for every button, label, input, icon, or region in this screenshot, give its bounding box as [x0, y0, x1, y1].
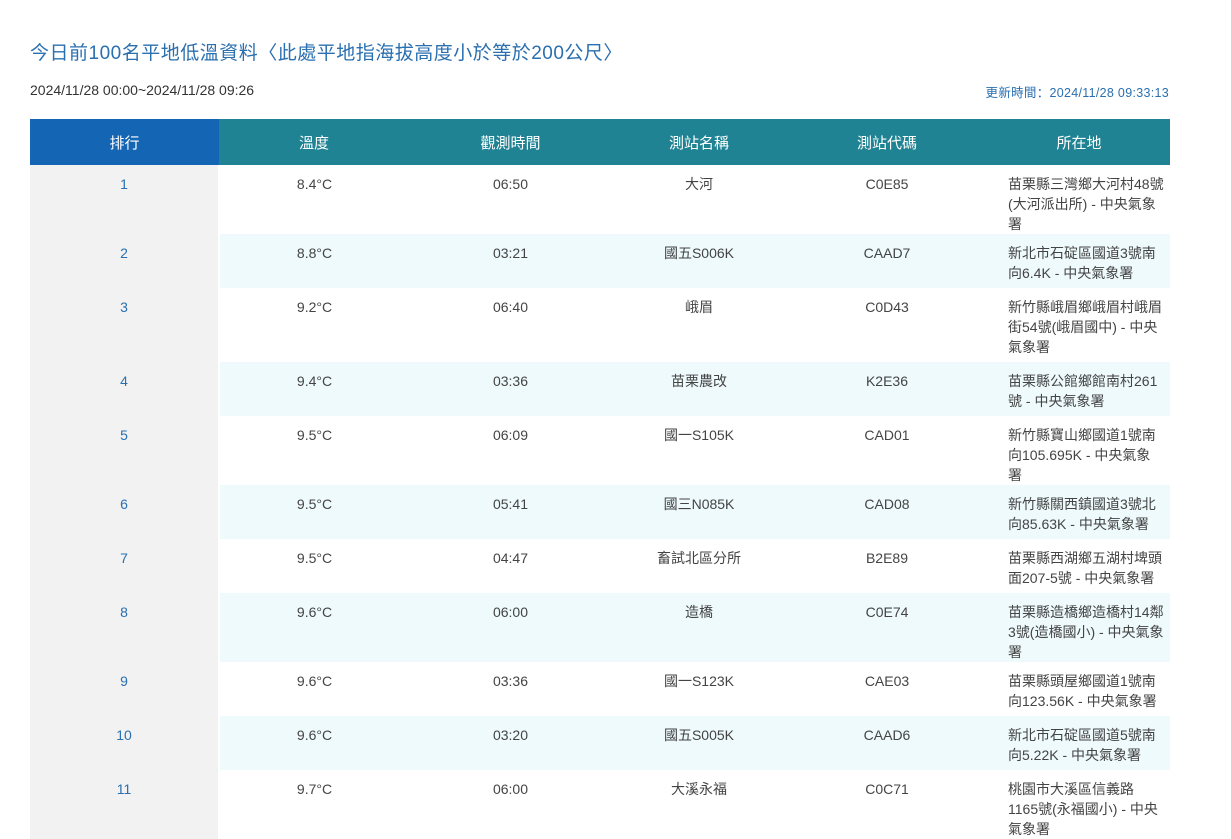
time-cell: 06:09	[409, 416, 612, 485]
station-name-cell[interactable]: 大河	[612, 165, 786, 234]
time-cell: 04:47	[409, 539, 612, 593]
update-time: 更新時間：2024/11/28 09:33:13	[985, 86, 1169, 100]
station-name-cell[interactable]: 國三N085K	[612, 485, 786, 539]
location-cell: 苗栗縣頭屋鄉國道1號南向123.56K - 中央氣象署	[988, 662, 1170, 716]
temperature-cell: 9.2°C	[219, 288, 409, 362]
rank-cell: 9	[30, 662, 220, 716]
station-code-cell: CAAD7	[786, 234, 988, 288]
location-cell: 苗栗縣西湖鄉五湖村埤頭面207-5號 - 中央氣象署	[988, 539, 1170, 593]
station-name-cell[interactable]: 國五S006K	[612, 234, 786, 288]
table-row: 5 9.5°C 06:09 國一S105K CAD01 新竹縣寶山鄉國道1號南向…	[30, 416, 1170, 485]
rank-cell: 2	[30, 234, 220, 288]
time-cell: 03:20	[409, 716, 612, 770]
location-cell: 新竹縣關西鎮國道3號北向85.63K - 中央氣象署	[988, 485, 1170, 539]
rank-cell: 7	[30, 539, 220, 593]
station-code-cell: CAAD6	[786, 716, 988, 770]
time-cell: 06:00	[409, 770, 612, 839]
table-row: 7 9.5°C 04:47 畜試北區分所 B2E89 苗栗縣西湖鄉五湖村埤頭面2…	[30, 539, 1170, 593]
station-code-cell: C0E85	[786, 165, 988, 234]
header-temperature[interactable]: 溫度	[219, 119, 409, 165]
time-cell: 03:21	[409, 234, 612, 288]
location-cell: 苗栗縣三灣鄉大河村48號(大河派出所) - 中央氣象署	[988, 165, 1170, 234]
header-location[interactable]: 所在地	[988, 119, 1170, 165]
temperature-cell: 9.6°C	[219, 662, 409, 716]
rank-cell: 4	[30, 362, 220, 416]
table-row: 6 9.5°C 05:41 國三N085K CAD08 新竹縣關西鎮國道3號北向…	[30, 485, 1170, 539]
station-code-cell: CAD01	[786, 416, 988, 485]
station-code-cell: CAE03	[786, 662, 988, 716]
temperature-cell: 9.6°C	[219, 716, 409, 770]
table-row: 1 8.4°C 06:50 大河 C0E85 苗栗縣三灣鄉大河村48號(大河派出…	[30, 165, 1170, 234]
time-cell: 03:36	[409, 662, 612, 716]
temperature-cell: 9.7°C	[219, 770, 409, 839]
table-row: 10 9.6°C 03:20 國五S005K CAAD6 新北市石碇區國道5號南…	[30, 716, 1170, 770]
page-title: 今日前100名平地低溫資料〈此處平地指海拔高度小於等於200公尺〉	[30, 43, 623, 64]
temperature-cell: 9.5°C	[219, 539, 409, 593]
station-name-cell[interactable]: 苗栗農改	[612, 362, 786, 416]
location-cell: 苗栗縣公館鄉館南村261號 - 中央氣象署	[988, 362, 1170, 416]
station-name-cell[interactable]: 國五S005K	[612, 716, 786, 770]
header-station-name[interactable]: 測站名稱	[612, 119, 786, 165]
temperature-cell: 9.6°C	[219, 593, 409, 662]
temperature-cell: 9.4°C	[219, 362, 409, 416]
table-row: 4 9.4°C 03:36 苗栗農改 K2E36 苗栗縣公館鄉館南村261號 -…	[30, 362, 1170, 416]
rank-cell: 10	[30, 716, 220, 770]
time-cell: 06:50	[409, 165, 612, 234]
time-cell: 03:36	[409, 362, 612, 416]
rank-cell: 5	[30, 416, 220, 485]
station-name-cell[interactable]: 國一S123K	[612, 662, 786, 716]
location-cell: 桃園市大溪區信義路1165號(永福國小) - 中央氣象署	[988, 770, 1170, 839]
station-name-cell[interactable]: 峨眉	[612, 288, 786, 362]
table-row: 9 9.6°C 03:36 國一S123K CAE03 苗栗縣頭屋鄉國道1號南向…	[30, 662, 1170, 716]
date-range: 2024/11/28 00:00~2024/11/28 09:26	[30, 82, 255, 98]
time-cell: 05:41	[409, 485, 612, 539]
station-name-cell[interactable]: 畜試北區分所	[612, 539, 786, 593]
temperature-cell: 9.5°C	[219, 416, 409, 485]
station-code-cell: C0E74	[786, 593, 988, 662]
temperature-cell: 8.8°C	[219, 234, 409, 288]
header-rank[interactable]: 排行	[30, 119, 219, 165]
temperature-cell: 9.5°C	[219, 485, 409, 539]
table-row: 8 9.6°C 06:00 造橋 C0E74 苗栗縣造橋鄉造橋村14鄰3號(造橋…	[30, 593, 1170, 662]
rank-cell: 11	[30, 770, 220, 839]
station-name-cell[interactable]: 國一S105K	[612, 416, 786, 485]
station-name-cell[interactable]: 造橋	[612, 593, 786, 662]
location-cell: 新北市石碇區國道3號南向6.4K - 中央氣象署	[988, 234, 1170, 288]
page: 今日前100名平地低溫資料〈此處平地指海拔高度小於等於200公尺〉 2024/1…	[0, 0, 1231, 839]
station-code-cell: B2E89	[786, 539, 988, 593]
station-code-cell: C0C71	[786, 770, 988, 839]
table-row: 3 9.2°C 06:40 峨眉 C0D43 新竹縣峨眉鄉峨眉村峨眉街54號(峨…	[30, 288, 1170, 362]
rank-cell: 6	[30, 485, 220, 539]
station-code-cell: C0D43	[786, 288, 988, 362]
station-code-cell: K2E36	[786, 362, 988, 416]
header-station-code[interactable]: 測站代碼	[786, 119, 988, 165]
temperature-cell: 8.4°C	[219, 165, 409, 234]
rank-cell: 1	[30, 165, 220, 234]
location-cell: 新北市石碇區國道5號南向5.22K - 中央氣象署	[988, 716, 1170, 770]
table-header-row: 排行 溫度 觀測時間 測站名稱 測站代碼 所在地	[30, 119, 1170, 165]
table-row: 2 8.8°C 03:21 國五S006K CAAD7 新北市石碇區國道3號南向…	[30, 234, 1170, 288]
location-cell: 新竹縣寶山鄉國道1號南向105.695K - 中央氣象署	[988, 416, 1170, 485]
time-cell: 06:00	[409, 593, 612, 662]
time-cell: 06:40	[409, 288, 612, 362]
rank-cell: 8	[30, 593, 220, 662]
station-code-cell: CAD08	[786, 485, 988, 539]
rank-cell: 3	[30, 288, 220, 362]
station-name-cell[interactable]: 大溪永福	[612, 770, 786, 839]
low-temperature-table: 排行 溫度 觀測時間 測站名稱 測站代碼 所在地 1 8.4°C 06:50 大…	[30, 119, 1170, 839]
location-cell: 新竹縣峨眉鄉峨眉村峨眉街54號(峨眉國中) - 中央氣象署	[988, 288, 1170, 362]
table-row: 11 9.7°C 06:00 大溪永福 C0C71 桃園市大溪區信義路1165號…	[30, 770, 1170, 839]
header-observation-time[interactable]: 觀測時間	[409, 119, 612, 165]
location-cell: 苗栗縣造橋鄉造橋村14鄰3號(造橋國小) - 中央氣象署	[988, 593, 1170, 662]
